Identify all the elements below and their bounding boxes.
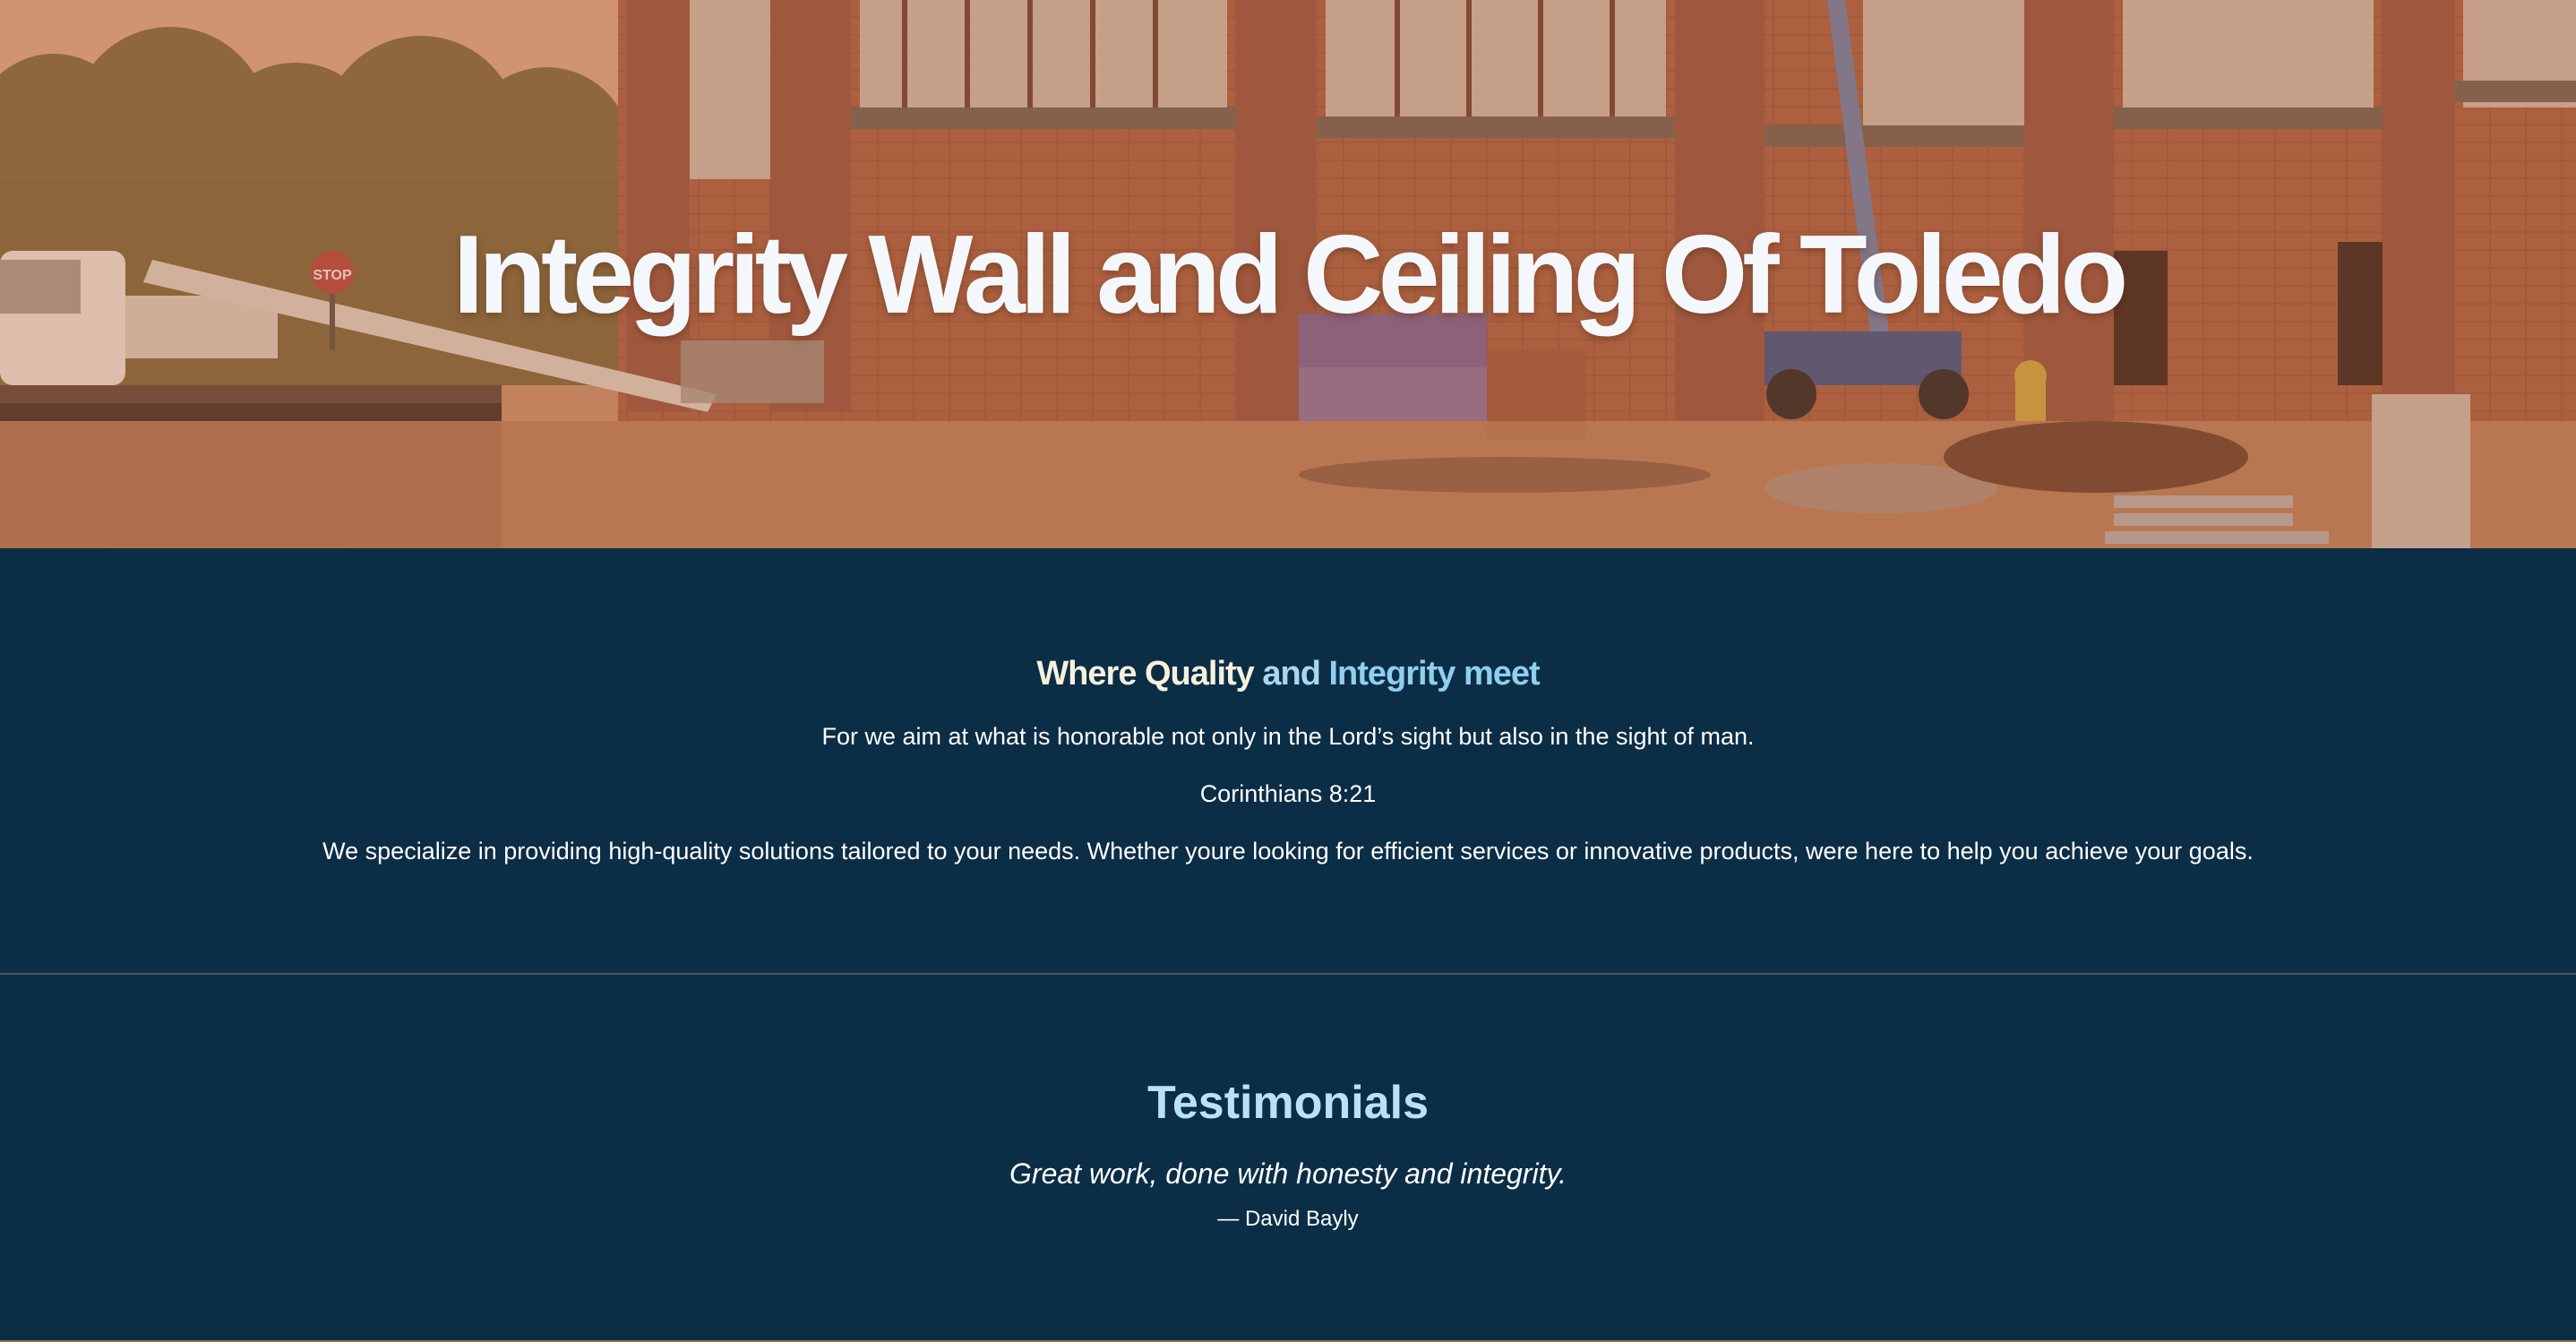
page: STOP Integrity Wall and Ceiling Of Toled… <box>0 0 2576 1342</box>
hero-banner: STOP Integrity Wall and Ceiling Of Toled… <box>0 0 2576 548</box>
about-heading: Where Quality and Integrity meet <box>0 650 2576 697</box>
scripture-quote: For we aim at what is honorable not only… <box>821 723 1755 750</box>
testimonial-author: — David Bayly <box>1217 1207 1359 1231</box>
heading-part-integrity: Integrity meet <box>1328 655 1541 693</box>
heading-part-quality: Where Quality <box>1036 655 1254 693</box>
hero-title: Integrity Wall and Ceiling Of Toledo <box>452 213 2128 337</box>
testimonial-quote: Great work, done with honesty and integr… <box>1009 1157 1567 1190</box>
testimonials-section: Testimonials Great work, done with hones… <box>0 975 2576 1340</box>
heading-part-and: and <box>1262 655 1321 693</box>
testimonials-heading: Testimonials <box>1146 1077 1429 1129</box>
company-description: We specialize in providing high-quality … <box>322 838 2254 865</box>
scripture-reference: Corinthians 8:21 <box>1199 780 1377 807</box>
about-section: Where Quality and Integrity meet For we … <box>0 548 2576 973</box>
